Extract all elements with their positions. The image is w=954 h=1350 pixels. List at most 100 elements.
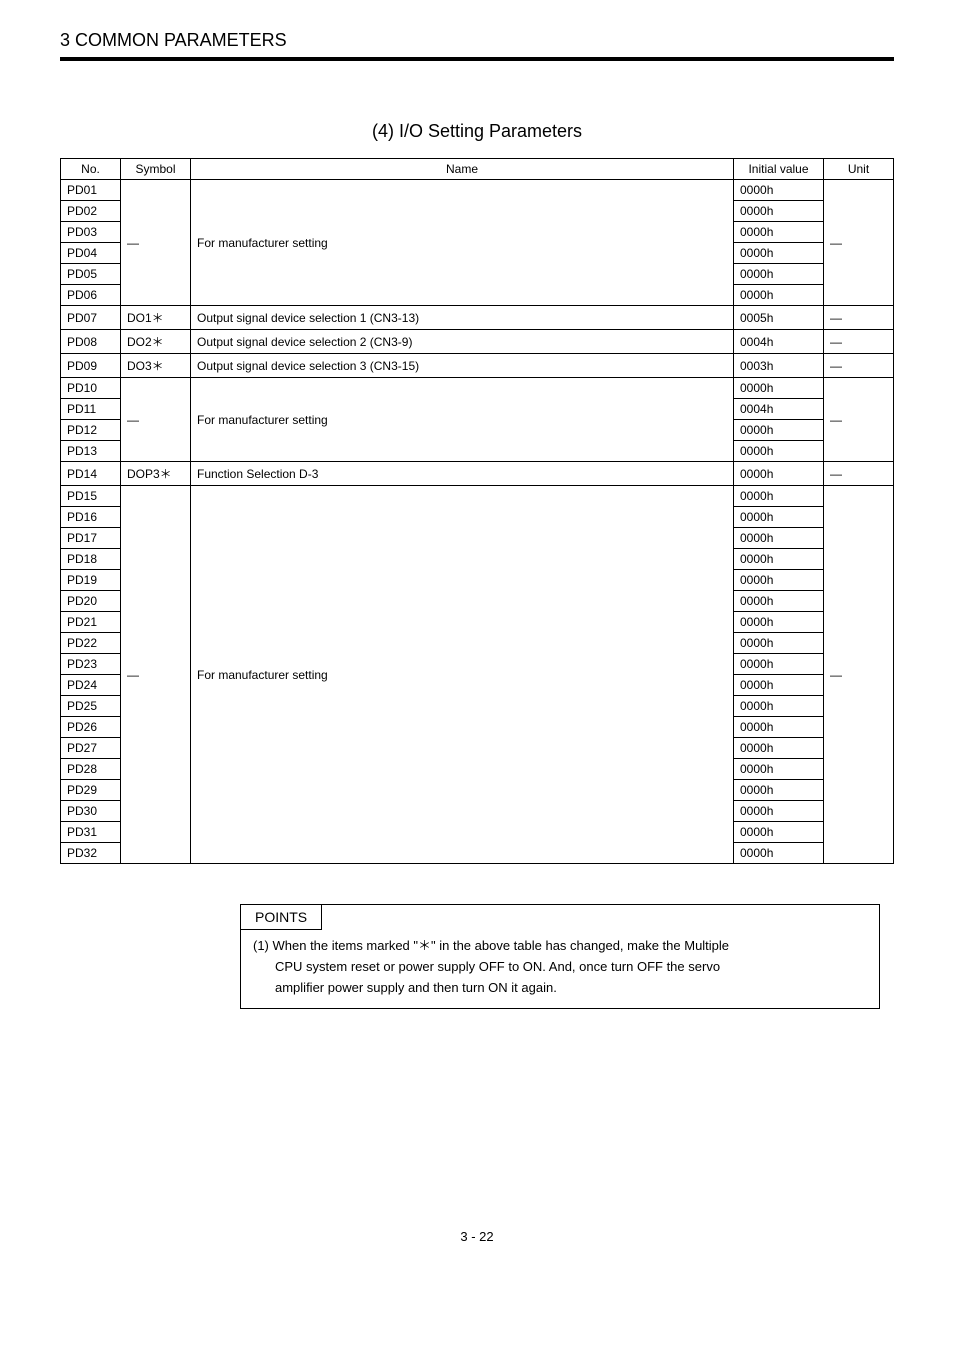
cell-no: PD26	[61, 717, 121, 738]
cell-init: 0000h	[734, 222, 824, 243]
cell-init: 0000h	[734, 201, 824, 222]
cell-no: PD32	[61, 843, 121, 864]
cell-name: Output signal device selection 3 (CN3-15…	[191, 354, 734, 378]
points-label: POINTS	[241, 905, 322, 930]
points-line-2: CPU system reset or power supply OFF to …	[253, 957, 867, 978]
cell-init: 0000h	[734, 633, 824, 654]
table-row: PD15—For manufacturer setting0000h—	[61, 486, 894, 507]
cell-no: PD11	[61, 399, 121, 420]
cell-init: 0000h	[734, 675, 824, 696]
cell-init: 0000h	[734, 243, 824, 264]
table-row: PD01—For manufacturer setting0000h—	[61, 180, 894, 201]
th-name: Name	[191, 159, 734, 180]
cell-init: 0000h	[734, 654, 824, 675]
cell-init: 0005h	[734, 306, 824, 330]
cell-no: PD12	[61, 420, 121, 441]
cell-unit: —	[824, 462, 894, 486]
cell-init: 0000h	[734, 486, 824, 507]
cell-no: PD23	[61, 654, 121, 675]
cell-no: PD29	[61, 780, 121, 801]
cell-init: 0000h	[734, 462, 824, 486]
cell-init: 0000h	[734, 378, 824, 399]
cell-no: PD01	[61, 180, 121, 201]
cell-no: PD19	[61, 570, 121, 591]
cell-no: PD09	[61, 354, 121, 378]
points-box: POINTS (1) When the items marked "＊" in …	[240, 904, 880, 1009]
cell-init: 0000h	[734, 759, 824, 780]
sub-title: (4) I/O Setting Parameters	[60, 121, 894, 142]
cell-no: PD28	[61, 759, 121, 780]
cell-symbol: DO2＊	[121, 330, 191, 354]
cell-no: PD05	[61, 264, 121, 285]
cell-symbol: —	[121, 486, 191, 864]
cell-init: 0000h	[734, 780, 824, 801]
cell-init: 0000h	[734, 180, 824, 201]
cell-unit: —	[824, 378, 894, 462]
cell-symbol: DO3＊	[121, 354, 191, 378]
cell-init: 0000h	[734, 591, 824, 612]
points-line-3: amplifier power supply and then turn ON …	[253, 978, 867, 999]
cell-no: PD04	[61, 243, 121, 264]
cell-init: 0000h	[734, 801, 824, 822]
cell-no: PD15	[61, 486, 121, 507]
th-no: No.	[61, 159, 121, 180]
cell-unit: —	[824, 486, 894, 864]
cell-no: PD14	[61, 462, 121, 486]
cell-init: 0000h	[734, 420, 824, 441]
th-init: Initial value	[734, 159, 824, 180]
cell-init: 0000h	[734, 285, 824, 306]
cell-init: 0004h	[734, 330, 824, 354]
cell-no: PD30	[61, 801, 121, 822]
page-number: 3 - 22	[60, 1229, 894, 1244]
cell-symbol: —	[121, 378, 191, 462]
cell-no: PD17	[61, 528, 121, 549]
th-unit: Unit	[824, 159, 894, 180]
io-params-table: No. Symbol Name Initial value Unit PD01—…	[60, 158, 894, 864]
cell-no: PD13	[61, 441, 121, 462]
cell-init: 0000h	[734, 696, 824, 717]
table-row: PD07DO1＊Output signal device selection 1…	[61, 306, 894, 330]
cell-init: 0000h	[734, 507, 824, 528]
cell-no: PD10	[61, 378, 121, 399]
cell-init: 0000h	[734, 843, 824, 864]
cell-no: PD03	[61, 222, 121, 243]
cell-name: Function Selection D-3	[191, 462, 734, 486]
table-row: PD08DO2＊Output signal device selection 2…	[61, 330, 894, 354]
cell-unit: —	[824, 354, 894, 378]
cell-init: 0000h	[734, 549, 824, 570]
cell-init: 0004h	[734, 399, 824, 420]
cell-unit: —	[824, 180, 894, 306]
cell-name: Output signal device selection 2 (CN3-9)	[191, 330, 734, 354]
cell-no: PD16	[61, 507, 121, 528]
cell-init: 0000h	[734, 264, 824, 285]
section-header: 3 COMMON PARAMETERS	[60, 30, 894, 61]
cell-no: PD02	[61, 201, 121, 222]
cell-no: PD24	[61, 675, 121, 696]
points-body: (1) When the items marked "＊" in the abo…	[241, 930, 879, 1008]
cell-no: PD31	[61, 822, 121, 843]
cell-no: PD22	[61, 633, 121, 654]
table-row: PD10—For manufacturer setting0000h—	[61, 378, 894, 399]
cell-no: PD27	[61, 738, 121, 759]
cell-init: 0000h	[734, 612, 824, 633]
table-row: PD14DOP3＊Function Selection D-30000h—	[61, 462, 894, 486]
cell-init: 0000h	[734, 717, 824, 738]
table-row: PD09DO3＊Output signal device selection 3…	[61, 354, 894, 378]
cell-no: PD20	[61, 591, 121, 612]
cell-name: For manufacturer setting	[191, 486, 734, 864]
cell-init: 0003h	[734, 354, 824, 378]
cell-init: 0000h	[734, 738, 824, 759]
cell-init: 0000h	[734, 570, 824, 591]
cell-name: For manufacturer setting	[191, 378, 734, 462]
th-symbol: Symbol	[121, 159, 191, 180]
cell-name: Output signal device selection 1 (CN3-13…	[191, 306, 734, 330]
cell-no: PD07	[61, 306, 121, 330]
cell-name: For manufacturer setting	[191, 180, 734, 306]
cell-symbol: —	[121, 180, 191, 306]
cell-no: PD06	[61, 285, 121, 306]
cell-symbol: DOP3＊	[121, 462, 191, 486]
points-line-1: (1) When the items marked "＊" in the abo…	[253, 936, 867, 957]
cell-unit: —	[824, 330, 894, 354]
cell-no: PD18	[61, 549, 121, 570]
cell-symbol: DO1＊	[121, 306, 191, 330]
